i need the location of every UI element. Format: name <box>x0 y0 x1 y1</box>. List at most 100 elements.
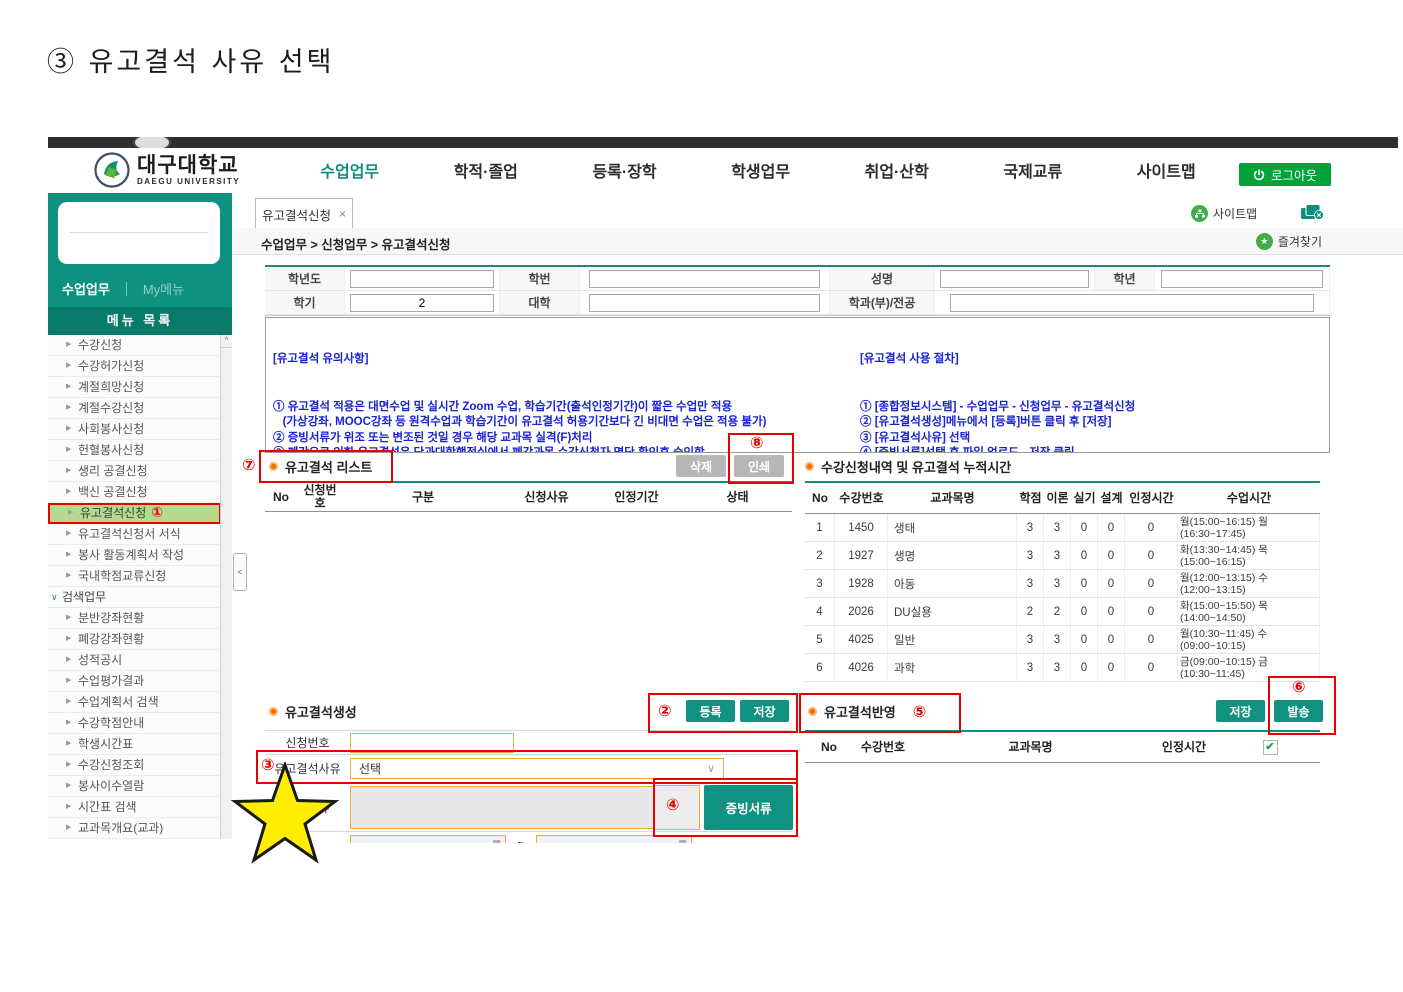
tab-close-icon[interactable]: × <box>339 207 346 221</box>
chevron-down-icon: ∨ <box>707 762 715 775</box>
column-header: No <box>805 732 853 762</box>
sidebar-item[interactable]: ▶수업평가결과 <box>48 671 221 692</box>
sidebar-tab-mymenu[interactable]: My메뉴 <box>143 279 184 298</box>
name-input[interactable] <box>940 270 1088 288</box>
main-nav: 수업업무 학적·졸업 등록·장학 학생업무 취업·산학 국제교류 사이트맵 <box>283 148 1233 191</box>
nav-item[interactable]: 학적·졸업 <box>454 158 518 182</box>
table-cell: 아동 <box>888 570 1017 597</box>
sidebar-item[interactable]: ∨검색업무 <box>48 587 221 608</box>
sidebar-item[interactable]: ▶사회봉사신청 <box>48 419 221 440</box>
sidebar-item[interactable]: ▶수강허가신청 <box>48 356 221 377</box>
period-start-input[interactable]: ▦ <box>350 835 506 844</box>
sidebar-collapse-button[interactable]: < <box>233 553 247 591</box>
nav-item[interactable]: 국제교류 <box>1003 158 1062 182</box>
sidebar-item[interactable]: ▶유고결석신청① <box>48 503 221 524</box>
notice-precautions: [유고결석 유의사항] ① 유고결석 적용은 대면수업 및 실시간 Zoom 수… <box>273 321 851 453</box>
college-input[interactable] <box>589 294 820 312</box>
arrow-right-icon: ▶ <box>66 461 71 481</box>
column-header: ✔ <box>1220 732 1320 762</box>
grade-input[interactable] <box>1161 270 1323 288</box>
table-row[interactable]: 31928아동33000월(12:00~13:15) 수(12:00~13:15… <box>805 570 1320 598</box>
close-all-windows-icon[interactable] <box>1300 204 1324 226</box>
table-cell: 0 <box>1098 570 1125 597</box>
column-header: 이론 <box>1044 483 1071 513</box>
nav-item[interactable]: 등록·장학 <box>592 158 656 182</box>
nav-item[interactable]: 수업업무 <box>320 158 379 182</box>
annotation-2: ② <box>658 703 672 719</box>
calendar-icon[interactable]: ▦ <box>678 838 687 844</box>
sidebar-item[interactable]: ▶수강신청 <box>48 335 221 356</box>
table-cell: 0 <box>1125 654 1178 681</box>
table-row[interactable]: 54025일반33000월(10:30~11:45) 수(09:00~10:15… <box>805 626 1320 654</box>
student-no-input[interactable] <box>589 270 820 288</box>
reflect-save-button[interactable]: 저장 <box>1216 700 1265 722</box>
create-save-button[interactable]: 저장 <box>740 700 789 722</box>
nav-item[interactable]: 학생업무 <box>731 158 790 182</box>
table-row[interactable]: 11450생태33000월(15:00~16:15) 월(16:30~17:45… <box>805 514 1320 542</box>
year-input[interactable] <box>350 270 494 288</box>
sidebar-item[interactable]: ▶생리 공결신청 <box>48 461 221 482</box>
calendar-icon[interactable]: ▦ <box>492 838 501 844</box>
delete-button[interactable]: 삭제 <box>676 455 726 477</box>
arrow-right-icon: ▶ <box>66 524 71 544</box>
table-cell: 5 <box>805 626 835 653</box>
attach-evidence-button[interactable]: 증빙서류 <box>704 785 793 830</box>
semester-input[interactable] <box>350 294 494 312</box>
sidebar-item[interactable]: ▶수강신청조회 <box>48 755 221 776</box>
sidebar-item[interactable]: ▶계절수강신청 <box>48 398 221 419</box>
table-cell: DU실용 <box>888 598 1017 625</box>
sitemap-link[interactable]: 사이트맵 <box>1191 205 1257 222</box>
logout-button[interactable]: 로그아웃 <box>1239 163 1331 186</box>
notice-line: ① 유고결석 적용은 대면수업 및 실시간 Zoom 수업, 학습기간(출석인정… <box>273 400 851 416</box>
arrow-right-icon: ▶ <box>68 504 73 521</box>
sidebar-tabs: 수업업무 My메뉴 <box>62 279 218 298</box>
sidebar: 수업업무 My메뉴 메뉴 목록 ▶수강신청▶수강허가신청▶계절희망신청▶계절수강… <box>48 193 232 839</box>
table-row[interactable]: 64026과학33000금(09:00~10:15) 금(10:30~11:45… <box>805 654 1320 682</box>
table-cell: 2 <box>805 542 835 569</box>
detail-reason-textarea[interactable] <box>350 786 654 829</box>
favorite-link[interactable]: ★ 즐겨찾기 <box>1256 233 1322 250</box>
app-screenshot: 대구대학교 DAEGU UNIVERSITY 수업업무 학적·졸업 등록·장학 학생업… <box>48 137 1403 856</box>
annotation-4: ④ <box>666 797 680 813</box>
sidebar-item[interactable]: ▶계절희망신청 <box>48 377 221 398</box>
table-cell: 3 <box>1017 542 1044 569</box>
sidebar-item[interactable]: ▶학생시간표 <box>48 734 221 755</box>
table-row[interactable]: 21927생명33000화(13:30~14:45) 목(15:00~16:15… <box>805 542 1320 570</box>
notice-line: ④ [증빙서류]선택 후 파일 업로드 - 저장 클릭 <box>860 446 1322 453</box>
department-input[interactable] <box>950 294 1314 312</box>
sidebar-item[interactable]: ▶폐강강좌현황 <box>48 629 221 650</box>
nav-item[interactable]: 취업·산학 <box>865 158 929 182</box>
sidebar-item[interactable]: ▶유고결석신청서 서식 <box>48 524 221 545</box>
table-cell: 0 <box>1098 542 1125 569</box>
sidebar-item[interactable]: ▶교과목개요(교과) <box>48 818 221 839</box>
sidebar-item[interactable]: ▶수강학점안내 <box>48 713 221 734</box>
sidebar-item[interactable]: ▶국내학점교류신청 <box>48 566 221 587</box>
sidebar-tab-lecture[interactable]: 수업업무 <box>62 279 110 298</box>
table-cell: 0 <box>1098 598 1125 625</box>
select-all-checkbox[interactable]: ✔ <box>1263 740 1278 755</box>
register-button[interactable]: 등록 <box>686 700 735 722</box>
sitemap-icon <box>1191 205 1208 222</box>
nav-item[interactable]: 사이트맵 <box>1137 158 1196 182</box>
print-button[interactable]: 인쇄 <box>734 455 784 477</box>
sidebar-item[interactable]: ▶백신 공결신청 <box>48 482 221 503</box>
sidebar-item[interactable]: ▶시간표 검색 <box>48 797 221 818</box>
sidebar-item[interactable]: ▶봉사이수열람 <box>48 776 221 797</box>
arrow-right-icon: ▶ <box>66 629 71 649</box>
breadcrumb-bar: 수업업무 > 신청업무 > 유고결석신청 ★ 즐겨찾기 <box>232 228 1403 255</box>
apply-no-input[interactable] <box>350 733 514 753</box>
sidebar-item[interactable]: ▶봉사 활동계획서 작성 <box>48 545 221 566</box>
scroll-up-arrow[interactable]: ^ <box>221 335 232 348</box>
sidebar-item[interactable]: ▶분반강좌현황 <box>48 608 221 629</box>
arrow-right-icon: ▶ <box>66 335 71 355</box>
period-end-input[interactable]: ▦ <box>536 835 692 844</box>
university-logo[interactable]: 대구대학교 DAEGU UNIVERSITY <box>94 152 240 188</box>
sidebar-item[interactable]: ▶성적공시 <box>48 650 221 671</box>
sidebar-item[interactable]: ▶수업계획서 검색 <box>48 692 221 713</box>
table-row[interactable]: 42026DU실용22000화(15:00~15:50) 목(14:00~14:… <box>805 598 1320 626</box>
tab-absence-application[interactable]: 유고결석신청 × <box>255 198 353 229</box>
header: 대구대학교 DAEGU UNIVERSITY 수업업무 학적·졸업 등록·장학 학생업… <box>48 148 1403 191</box>
sidebar-item[interactable]: ▶헌혈봉사신청 <box>48 440 221 461</box>
absence-reason-select[interactable]: 선택 ∨ <box>350 758 724 779</box>
send-button[interactable]: 발송 <box>1274 700 1323 722</box>
